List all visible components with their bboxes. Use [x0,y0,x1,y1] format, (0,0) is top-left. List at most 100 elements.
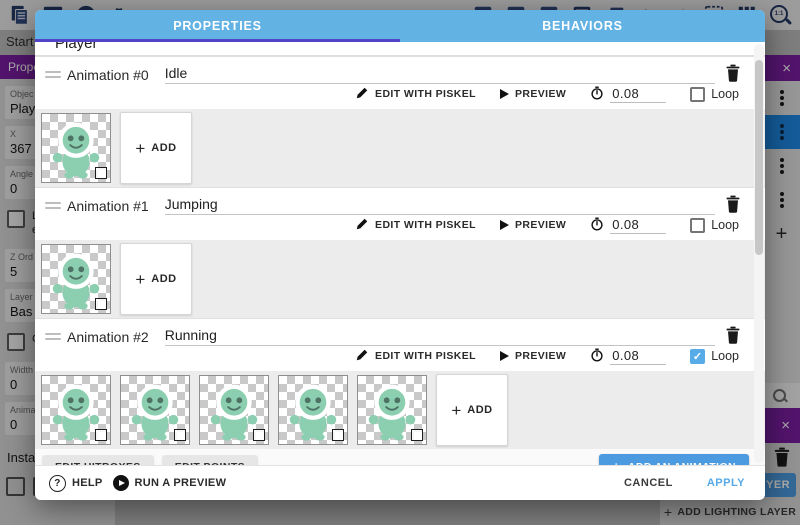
delete-animation-icon[interactable] [725,195,741,213]
frame-select-checkbox[interactable] [411,429,423,441]
frame-select-checkbox[interactable] [95,429,107,441]
play-circle-icon [113,475,129,491]
loop-checkbox[interactable] [690,87,705,102]
animation-header: Animation #2 [35,318,765,345]
animation-frame-thumbnail[interactable] [357,375,427,445]
loop-checkbox[interactable] [690,349,705,364]
frames-row: + ADD [35,109,765,187]
dialog-scroll-area: Player Animation #0 EDIT WITH PISKEL PRE… [35,42,765,465]
pencil-icon [355,348,369,365]
preview-label: PREVIEW [515,219,566,231]
frame-select-checkbox[interactable] [174,429,186,441]
animation-controls: EDIT WITH PISKEL PREVIEW 0.08 Loop [35,345,765,367]
dialog-bottom-bar: ? HELP RUN A PREVIEW CANCEL APPLY [35,465,765,500]
play-icon [500,351,509,361]
animation-speed-value[interactable]: 0.08 [610,86,666,103]
animations-footer-row: EDIT HITBOXES EDIT POINTS + ADD AN ANIMA… [35,449,765,465]
stopwatch-icon [590,86,604,103]
run-preview-button[interactable]: RUN A PREVIEW [113,475,227,491]
delete-animation-icon[interactable] [725,326,741,344]
animation-frame-thumbnail[interactable] [41,113,111,183]
cancel-button[interactable]: CANCEL [618,476,679,490]
time-between-frames-field[interactable]: 0.08 [590,348,666,365]
frame-select-checkbox[interactable] [95,167,107,179]
object-name-value: Player [55,42,98,52]
help-button[interactable]: ? HELP [49,475,103,492]
object-editor-dialog: PROPERTIES BEHAVIORS Player Animation #0… [35,10,765,500]
edit-points-button[interactable]: EDIT POINTS [162,455,258,465]
loop-checkbox[interactable] [690,218,705,233]
stopwatch-icon [590,348,604,365]
animation-frame-thumbnail[interactable] [199,375,269,445]
add-frame-button[interactable]: + ADD [436,374,508,446]
animation-name-input[interactable] [165,327,715,346]
animation-section: Animation #0 EDIT WITH PISKEL PREVIEW [35,56,765,187]
animation-controls: EDIT WITH PISKEL PREVIEW 0.08 Loop [35,214,765,236]
animation-label: Animation #2 [67,329,149,345]
animation-section: Animation #2 EDIT WITH PISKEL PREVIEW [35,318,765,449]
frames-row: + ADD [35,371,765,449]
edit-with-piskel-button[interactable]: EDIT WITH PISKEL [355,348,476,365]
add-frame-button[interactable]: + ADD [120,243,192,315]
frame-select-checkbox[interactable] [332,429,344,441]
edit-with-piskel-label: EDIT WITH PISKEL [375,350,476,362]
animation-speed-value[interactable]: 0.08 [610,348,666,365]
animation-name-input[interactable] [165,196,715,215]
animation-frame-thumbnail[interactable] [41,244,111,314]
animation-frame-thumbnail[interactable] [41,375,111,445]
loop-label: Loop [711,87,739,101]
drag-handle-icon[interactable] [45,333,61,340]
frame-select-checkbox[interactable] [95,298,107,310]
tab-behaviors[interactable]: BEHAVIORS [400,10,765,42]
frame-select-checkbox[interactable] [253,429,265,441]
edit-with-piskel-button[interactable]: EDIT WITH PISKEL [355,86,476,103]
object-name-field[interactable]: Player [35,42,765,56]
loop-label: Loop [711,349,739,363]
play-icon [500,89,509,99]
drag-handle-icon[interactable] [45,71,61,78]
run-preview-label: RUN A PREVIEW [135,477,227,489]
loop-label: Loop [711,218,739,232]
animation-name-input[interactable] [165,65,715,84]
loop-toggle[interactable]: Loop [690,349,739,364]
animation-section: Animation #1 EDIT WITH PISKEL PREVIEW [35,187,765,318]
plus-icon: + [135,140,145,157]
preview-button[interactable]: PREVIEW [500,350,566,362]
add-frame-label: ADD [467,404,492,416]
dialog-scrollbar[interactable] [754,44,764,463]
plus-icon: + [612,460,621,466]
frames-row: + ADD [35,240,765,318]
pencil-icon [355,86,369,103]
plus-icon: + [135,271,145,288]
drag-handle-icon[interactable] [45,202,61,209]
animation-frame-thumbnail[interactable] [120,375,190,445]
edit-with-piskel-label: EDIT WITH PISKEL [375,219,476,231]
apply-button[interactable]: APPLY [701,476,751,490]
loop-toggle[interactable]: Loop [690,218,739,233]
add-frame-label: ADD [151,273,176,285]
animation-header: Animation #1 [35,187,765,214]
time-between-frames-field[interactable]: 0.08 [590,217,666,234]
add-frame-button[interactable]: + ADD [120,112,192,184]
preview-label: PREVIEW [515,88,566,100]
animation-header: Animation #0 [35,56,765,83]
animation-label: Animation #0 [67,67,149,83]
edit-with-piskel-label: EDIT WITH PISKEL [375,88,476,100]
preview-button[interactable]: PREVIEW [500,219,566,231]
add-animation-button[interactable]: + ADD AN ANIMATION [599,454,749,466]
edit-with-piskel-button[interactable]: EDIT WITH PISKEL [355,217,476,234]
help-label: HELP [72,477,103,489]
preview-button[interactable]: PREVIEW [500,88,566,100]
add-frame-label: ADD [151,142,176,154]
animation-controls: EDIT WITH PISKEL PREVIEW 0.08 Loop [35,83,765,105]
tab-properties[interactable]: PROPERTIES [35,10,400,42]
edit-hitboxes-button[interactable]: EDIT HITBOXES [42,455,154,465]
delete-animation-icon[interactable] [725,64,741,82]
dialog-tabbar: PROPERTIES BEHAVIORS [35,10,765,42]
time-between-frames-field[interactable]: 0.08 [590,86,666,103]
scrollbar-thumb[interactable] [755,60,763,255]
animation-frame-thumbnail[interactable] [278,375,348,445]
plus-icon: + [451,402,461,419]
loop-toggle[interactable]: Loop [690,87,739,102]
animation-speed-value[interactable]: 0.08 [610,217,666,234]
